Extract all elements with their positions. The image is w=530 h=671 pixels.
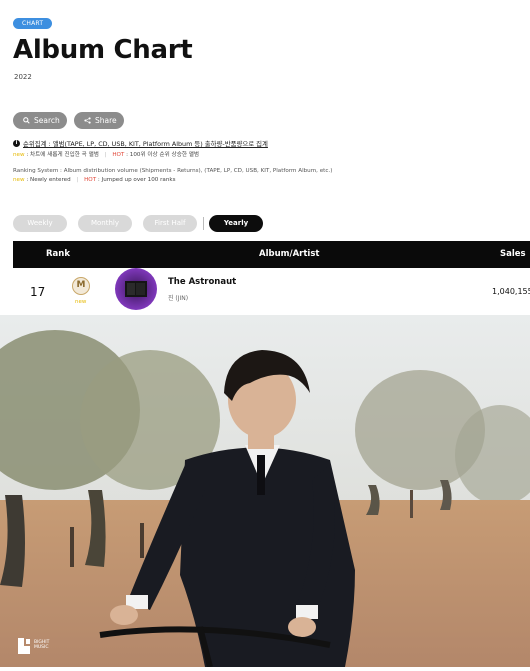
tab-first-half[interactable]: First Half xyxy=(143,215,197,232)
page-title: Album Chart xyxy=(13,35,193,65)
legend-ko: new : 차트에 새롭게 진입한 곡 앨범 | HOT : 100위 이상 순… xyxy=(13,150,199,158)
hot-tag: HOT xyxy=(112,152,125,158)
table-header: Rank Album/Artist Sales xyxy=(13,241,530,268)
legend-en: new : Newly entered | HOT : Jumped up ov… xyxy=(13,177,176,183)
column-rank: Rank xyxy=(46,249,70,259)
bighit-music-logo xyxy=(16,637,32,655)
column-album-artist: Album/Artist xyxy=(259,249,320,259)
legend-divider: | xyxy=(76,177,79,183)
hot-desc: : 100위 이상 순위 상승한 앨범 xyxy=(126,152,200,158)
tab-monthly[interactable]: Monthly xyxy=(78,215,132,232)
hot-tag: HOT xyxy=(84,177,97,183)
chart-page: CHART Album Chart 2022 Search Share i 순위… xyxy=(0,0,530,315)
hot-desc: : Jumped up over 100 ranks xyxy=(97,177,176,183)
ranking-system-note: Ranking System : Album distribution volu… xyxy=(13,168,333,174)
logo-text-line: MUSIC xyxy=(34,645,49,650)
share-button-label: Share xyxy=(95,116,117,125)
logo-text: BIGHIT MUSIC xyxy=(34,640,49,650)
tab-divider xyxy=(203,217,204,230)
tab-yearly[interactable]: Yearly xyxy=(209,215,263,232)
new-tag: new xyxy=(13,177,25,183)
search-button-label: Search xyxy=(34,116,60,125)
rank-number: 17 xyxy=(30,285,46,299)
share-button[interactable]: Share xyxy=(74,112,124,129)
search-icon xyxy=(23,117,30,124)
tab-weekly[interactable]: Weekly xyxy=(13,215,67,232)
column-sales: Sales xyxy=(500,249,526,259)
search-button[interactable]: Search xyxy=(13,112,67,129)
album-cover[interactable] xyxy=(115,268,157,310)
chart-year: 2022 xyxy=(14,73,32,81)
artist-name[interactable]: 진 (JIN) xyxy=(168,293,188,302)
new-tag: new xyxy=(13,152,25,158)
medal-badge: M xyxy=(72,277,90,295)
criteria-note: i 순위집계 : 앨범(TAPE, LP, CD, USB, KIT, Plat… xyxy=(13,139,268,148)
promo-photo xyxy=(0,315,530,668)
new-desc: : 차트에 새롭게 진입한 곡 앨범 xyxy=(26,152,99,158)
info-icon: i xyxy=(13,140,20,147)
criteria-text: 순위집계 : 앨범(TAPE, LP, CD, USB, KIT, Platfo… xyxy=(23,140,268,148)
album-title[interactable]: The Astronaut xyxy=(168,277,236,287)
new-desc: : Newly entered xyxy=(26,177,71,183)
sales-value: 1,040,155 xyxy=(492,287,530,296)
new-label: new xyxy=(75,299,87,305)
chart-tag: CHART xyxy=(13,18,53,29)
legend-divider: | xyxy=(104,152,107,158)
share-icon xyxy=(84,117,91,124)
